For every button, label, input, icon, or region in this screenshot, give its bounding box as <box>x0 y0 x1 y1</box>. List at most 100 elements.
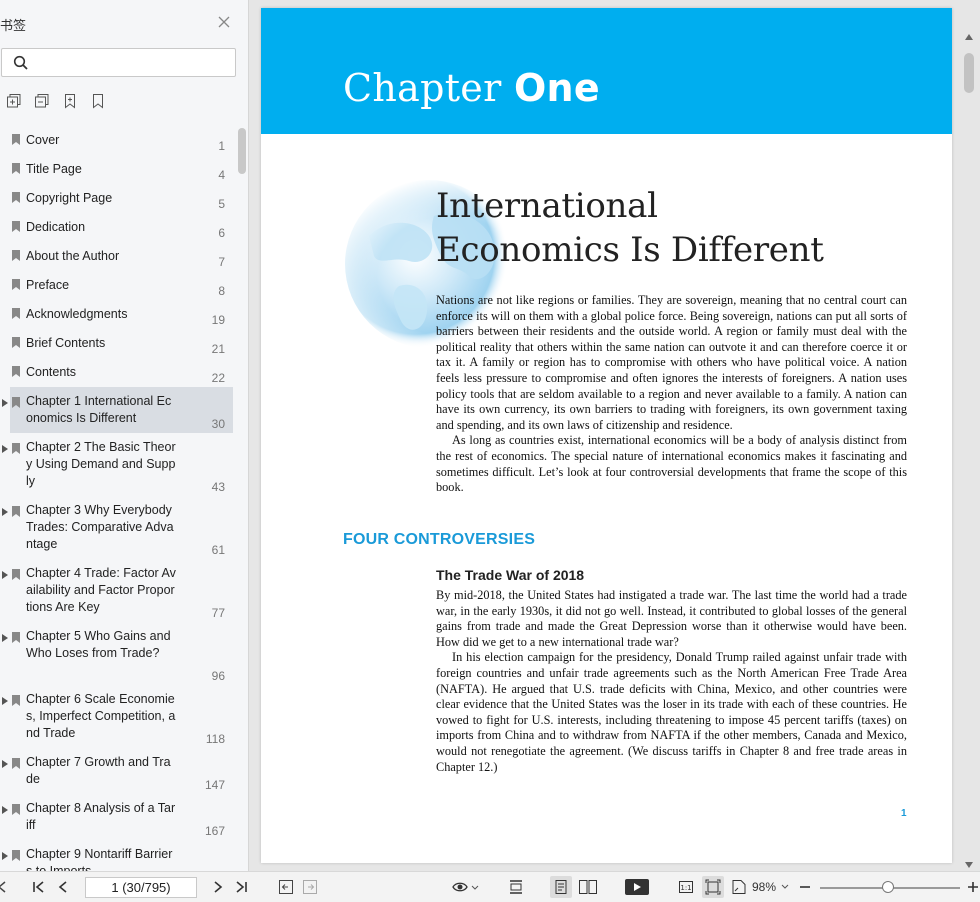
pdf-page: Chapter One International Economics Is D… <box>261 8 952 863</box>
bookmark-label: Acknowledgments <box>26 307 128 321</box>
expand-arrow-icon[interactable] <box>2 445 8 453</box>
bookmark-item-chapter-8[interactable]: Chapter 8 Analysis of a Tariff 167 <box>0 794 238 840</box>
bookmark-item-chapter-5[interactable]: Chapter 5 Who Gains and Who Loses from T… <box>0 622 238 685</box>
bookmark-item-acknowledgments[interactable]: Acknowledgments 19 <box>0 300 238 329</box>
eye-protection-icon[interactable] <box>452 879 480 895</box>
bookmark-scrollbar[interactable] <box>238 128 246 174</box>
bookmark-flag-icon <box>12 506 20 517</box>
zoom-page-icon[interactable] <box>731 879 747 895</box>
bookmark-page: 22 <box>211 371 225 385</box>
fit-page-button[interactable] <box>702 876 724 898</box>
bookmark-label: Chapter 1 International Economics Is Dif… <box>26 394 172 425</box>
intro-paragraph-1: Nations are not like regions or families… <box>436 293 907 432</box>
zoom-dropdown-icon[interactable] <box>781 884 789 890</box>
bookmark-item-brief-contents[interactable]: Brief Contents 21 <box>0 329 238 358</box>
expand-arrow-icon[interactable] <box>2 571 8 579</box>
bookmark-page: 147 <box>204 778 225 792</box>
expand-arrow-icon[interactable] <box>2 852 8 860</box>
single-page-view-button[interactable] <box>550 876 572 898</box>
bookmark-label: Copyright Page <box>26 191 113 205</box>
collapse-all-icon[interactable] <box>34 93 50 109</box>
bookmark-item-chapter-7[interactable]: Chapter 7 Growth and Trade 147 <box>0 748 238 794</box>
prev-page-icon[interactable] <box>56 879 72 895</box>
document-scrollbar-thumb[interactable] <box>964 53 974 93</box>
expand-arrow-icon[interactable] <box>2 760 8 768</box>
bookmark-page: 7 <box>218 255 225 269</box>
expand-arrow-icon[interactable] <box>2 697 8 705</box>
bookmark-page: 30 <box>211 417 225 431</box>
close-icon[interactable] <box>216 14 232 30</box>
go-back-icon[interactable] <box>278 879 294 895</box>
two-page-view-icon[interactable] <box>578 879 598 895</box>
bookmark-item-title-page[interactable]: Title Page 4 <box>0 155 238 184</box>
zoom-slider-handle[interactable] <box>882 881 894 893</box>
zoom-level[interactable]: 98% <box>752 880 776 894</box>
bookmark-flag-icon <box>12 804 20 815</box>
bookmark-label: Chapter 8 Analysis of a Tariff <box>26 801 176 832</box>
bookmark-item-chapter-4[interactable]: Chapter 4 Trade: Factor Availability and… <box>0 559 238 622</box>
single-page-icon <box>555 880 567 894</box>
expand-arrow-icon[interactable] <box>2 806 8 814</box>
play-slideshow-icon[interactable] <box>625 879 649 895</box>
bookmark-search-input[interactable] <box>1 48 236 77</box>
bookmark-item-copyright[interactable]: Copyright Page 5 <box>0 184 238 213</box>
scroll-left-icon[interactable] <box>0 879 10 895</box>
bookmark-item-chapter-2[interactable]: Chapter 2 The Basic Theory Using Demand … <box>0 433 238 496</box>
bookmark-item-chapter-3[interactable]: Chapter 3 Why Everybody Trades: Comparat… <box>0 496 238 559</box>
next-page-icon[interactable] <box>209 879 225 895</box>
chapter-label: Chapter One <box>343 66 600 110</box>
first-page-icon[interactable] <box>31 879 47 895</box>
fit-page-icon <box>705 879 721 895</box>
bookmark-flag-icon <box>12 397 20 408</box>
bookmark-flag-icon <box>12 632 20 643</box>
bookmark-label: Title Page <box>26 162 82 176</box>
bookmark-item-chapter-9[interactable]: Chapter 9 Nontariff Barriers to Imports <box>0 840 238 871</box>
bookmark-page: 61 <box>211 543 225 557</box>
bookmark-label: Preface <box>26 278 70 292</box>
page-number: 1 <box>901 808 907 819</box>
bookmark-panel: 书签 Cover 1 Title Page 4 Copyright Page 5… <box>0 0 249 871</box>
expand-arrow-icon[interactable] <box>2 508 8 516</box>
expand-arrow-icon[interactable] <box>2 399 8 407</box>
page-fit-width-icon[interactable] <box>508 879 524 895</box>
bookmark-flag-icon <box>12 337 20 348</box>
panel-title: 书签 <box>0 18 27 33</box>
bookmark-item-chapter-1[interactable]: Chapter 1 International Economics Is Dif… <box>0 387 238 433</box>
bookmark-icon[interactable] <box>90 93 106 109</box>
bookmark-flag-icon <box>12 695 20 706</box>
bookmark-page: 1 <box>218 139 225 153</box>
bookmark-label: Chapter 6 Scale Economies, Imperfect Com… <box>26 692 176 740</box>
bookmark-page: 21 <box>211 342 225 356</box>
bookmark-label: Chapter 7 Growth and Trade <box>26 755 171 786</box>
bookmark-flag-icon <box>12 569 20 580</box>
zoom-out-icon[interactable] <box>797 879 813 895</box>
expand-arrow-icon[interactable] <box>2 634 8 642</box>
last-page-icon[interactable] <box>233 879 249 895</box>
bookmark-page: 5 <box>218 197 225 211</box>
zoom-in-icon[interactable] <box>965 879 980 895</box>
expand-all-icon[interactable] <box>6 93 22 109</box>
bookmark-item-chapter-6[interactable]: Chapter 6 Scale Economies, Imperfect Com… <box>0 685 238 748</box>
bookmark-label: Chapter 4 Trade: Factor Availability and… <box>26 566 176 614</box>
bookmark-flag-icon <box>12 250 20 261</box>
bookmark-page: 8 <box>218 284 225 298</box>
bookmark-item-preface[interactable]: Preface 8 <box>0 271 238 300</box>
bookmark-item-dedication[interactable]: Dedication 6 <box>0 213 238 242</box>
actual-size-icon[interactable]: 1:1 <box>678 879 694 895</box>
subsection-heading: The Trade War of 2018 <box>436 567 585 583</box>
page-number-input[interactable]: 1 (30/795) <box>85 877 197 898</box>
scroll-down-arrow-icon[interactable] <box>965 862 973 868</box>
bookmark-label: Contents <box>26 365 77 379</box>
go-forward-icon[interactable] <box>302 879 318 895</box>
bookmark-flag-icon <box>12 758 20 769</box>
bookmark-item-contents[interactable]: Contents 22 <box>0 358 238 387</box>
search-icon <box>13 55 28 70</box>
bookmark-item-cover[interactable]: Cover 1 <box>0 126 238 155</box>
intro-paragraph-2: As long as countries exist, internationa… <box>436 433 907 495</box>
add-bookmark-icon[interactable] <box>62 93 78 109</box>
chapter-main-title: International Economics Is Different <box>436 184 824 272</box>
scroll-up-arrow-icon[interactable] <box>965 34 973 40</box>
bookmark-label: Chapter 2 The Basic Theory Using Demand … <box>26 440 176 488</box>
bookmark-label: Chapter 3 Why Everybody Trades: Comparat… <box>26 503 174 551</box>
bookmark-item-about-author[interactable]: About the Author 7 <box>0 242 238 271</box>
